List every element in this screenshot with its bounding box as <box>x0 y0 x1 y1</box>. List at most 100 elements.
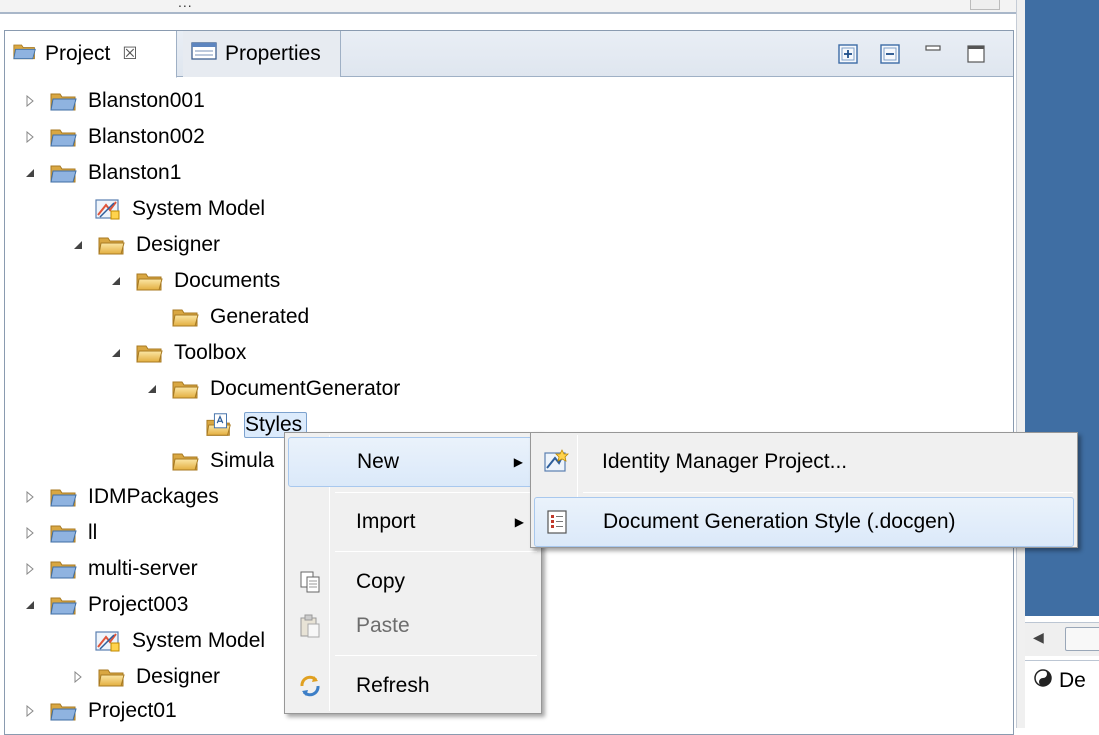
tree-item-label: Designer <box>136 665 221 688</box>
tree-item-system-model-2[interactable]: System Model <box>94 624 265 658</box>
panel-divider[interactable] <box>1016 0 1025 728</box>
tree-item-ll[interactable]: ll <box>22 516 97 550</box>
tree-item-document-generator[interactable]: DocumentGenerator <box>144 372 400 406</box>
bottom-view-tab[interactable]: De <box>1025 660 1099 700</box>
expand-all-icon[interactable] <box>837 43 859 65</box>
menu-item-document-generation-style[interactable]: Document Generation Style (.docgen) <box>534 497 1074 547</box>
collapsed-arrow-icon[interactable] <box>22 129 38 145</box>
tree-item-idmpackages[interactable]: IDMPackages <box>22 480 219 514</box>
tree-item-toolbox[interactable]: Toolbox <box>108 336 246 370</box>
tree-item-project003[interactable]: Project003 <box>22 588 188 622</box>
collapse-all-icon[interactable] <box>879 43 901 65</box>
tree-item-label: Blanston1 <box>88 161 182 184</box>
tree-item-label: IDMPackages <box>88 485 219 508</box>
tree-item-blanston1[interactable]: Blanston1 <box>22 156 181 190</box>
tree-item-designer-2[interactable]: Designer <box>70 660 220 694</box>
tree-item-label: Documents <box>174 269 281 292</box>
tree-item-label: DocumentGenerator <box>210 377 401 400</box>
menu-item-copy[interactable]: Copy <box>288 557 538 607</box>
collapsed-arrow-icon[interactable] <box>22 703 38 719</box>
project-folder-icon <box>50 485 78 509</box>
close-icon[interactable]: ☒ <box>122 44 137 64</box>
menu-item-label: Copy <box>356 570 406 593</box>
context-menu: New ▶ Import ▶ Copy Paste Refresh <box>284 432 542 714</box>
tree-item-label: Designer <box>136 233 221 256</box>
tree-item-label: Toolbox <box>174 341 247 364</box>
folder-icon <box>98 665 126 689</box>
tree-item-blanston002[interactable]: Blanston002 <box>22 120 205 154</box>
tab-project-label: Project <box>45 42 111 65</box>
top-strip: ... <box>0 0 1016 14</box>
tree-item-label: Simula <box>210 449 275 472</box>
collapsed-arrow-icon[interactable] <box>22 489 38 505</box>
tree-item-designer[interactable]: Designer <box>70 228 220 262</box>
tree-item-label: Blanston002 <box>88 125 205 148</box>
tree-item-multi-server[interactable]: multi-server <box>22 552 198 586</box>
new-submenu: Identity Manager Project... Document Gen… <box>530 432 1078 548</box>
project-folder-icon <box>50 593 78 617</box>
menu-separator <box>335 551 537 552</box>
menu-item-refresh[interactable]: Refresh <box>288 661 538 711</box>
tab-properties-label: Properties <box>225 42 321 65</box>
collapsed-arrow-icon[interactable] <box>22 93 38 109</box>
system-model-icon <box>94 197 122 221</box>
folder-icon <box>136 341 164 365</box>
folder-icon <box>172 449 200 473</box>
collapsed-arrow-icon[interactable] <box>22 525 38 541</box>
menu-item-label: Refresh <box>356 674 430 697</box>
bottom-tab-label: De <box>1059 668 1086 692</box>
project-folder-icon <box>50 89 78 113</box>
scroll-thumb[interactable] <box>1065 627 1099 651</box>
menu-separator <box>335 492 537 493</box>
folder-icon <box>172 377 200 401</box>
copy-icon <box>296 568 324 596</box>
expanded-arrow-icon[interactable] <box>144 381 160 397</box>
minimize-icon[interactable] <box>923 43 945 65</box>
maximize-icon[interactable] <box>965 43 987 65</box>
expanded-arrow-icon[interactable] <box>70 237 86 253</box>
tab-properties[interactable]: Properties <box>183 31 341 77</box>
folder-icon <box>13 41 37 67</box>
tree-item-blanston001[interactable]: Blanston001 <box>22 84 205 118</box>
tab-project[interactable]: Project ☒ <box>5 31 177 78</box>
menu-separator <box>335 655 537 656</box>
menu-item-label: Import <box>356 510 416 533</box>
tree-item-label: Blanston001 <box>88 89 205 112</box>
scroll-left-icon[interactable]: ◀ <box>1033 629 1044 646</box>
menu-item-paste[interactable]: Paste <box>288 601 538 651</box>
horizontal-scrollbar[interactable]: ◀ <box>1025 622 1099 656</box>
folder-icon <box>98 233 126 257</box>
overflow-dots: ... <box>178 0 193 10</box>
refresh-icon <box>296 672 324 700</box>
menu-item-label: New <box>357 450 400 473</box>
collapsed-arrow-icon[interactable] <box>70 669 86 685</box>
tree-item-documents[interactable]: Documents <box>108 264 280 298</box>
tree-item-label: ll <box>88 521 98 544</box>
menu-item-identity-manager-project[interactable]: Identity Manager Project... <box>534 437 1074 487</box>
project-folder-icon <box>50 125 78 149</box>
yin-yang-icon <box>1033 668 1053 694</box>
collapsed-arrow-icon[interactable] <box>22 561 38 577</box>
expanded-arrow-icon[interactable] <box>22 597 38 613</box>
menu-separator <box>583 492 1073 493</box>
tree-item-simula[interactable]: Simula <box>172 444 274 478</box>
tab-bar: Project ☒ Properties <box>5 31 1013 78</box>
system-model-icon <box>94 629 122 653</box>
menu-item-label: Paste <box>356 614 410 637</box>
project-folder-icon <box>50 161 78 185</box>
menu-item-label: Identity Manager Project... <box>602 450 848 473</box>
tree-item-label: multi-server <box>88 557 198 580</box>
tree-item-generated[interactable]: Generated <box>172 300 309 334</box>
project-folder-icon <box>50 521 78 545</box>
mini-control[interactable] <box>970 0 1000 10</box>
styles-folder-icon <box>206 413 234 437</box>
expanded-arrow-icon[interactable] <box>108 345 124 361</box>
document-style-icon <box>543 508 571 536</box>
menu-item-import[interactable]: Import ▶ <box>288 497 538 547</box>
tree-item-project01[interactable]: Project01 <box>22 694 177 728</box>
expanded-arrow-icon[interactable] <box>108 273 124 289</box>
menu-item-new[interactable]: New ▶ <box>288 437 538 487</box>
tree-item-system-model[interactable]: System Model <box>94 192 265 226</box>
tree-item-label: Generated <box>210 305 310 328</box>
expanded-arrow-icon[interactable] <box>22 165 38 181</box>
